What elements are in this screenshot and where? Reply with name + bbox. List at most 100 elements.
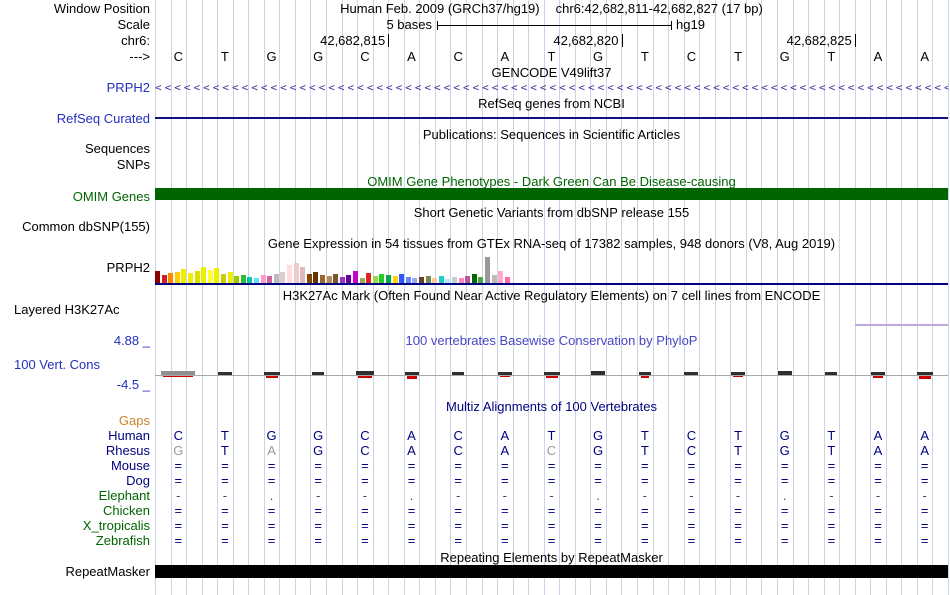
track-label-layered-h3k27ac[interactable]: Layered H3K27Ac xyxy=(14,303,120,317)
gtex-expression-bars[interactable] xyxy=(155,253,517,283)
alignment-cell: G xyxy=(155,444,202,458)
alignment-cell: A xyxy=(482,429,529,443)
track-label-refseq-curated[interactable]: RefSeq Curated xyxy=(0,112,150,126)
alignment-cell: = xyxy=(295,534,342,548)
gtex-bar xyxy=(353,271,358,283)
alignment-cell: = xyxy=(202,459,249,473)
alignment-cell: - xyxy=(202,489,249,503)
base-letter: A xyxy=(901,50,948,64)
gencode-intron-arrows[interactable]: <<<<<<<<<<<<<<<<<<<<<<<<<<<<<<<<<<<<<<<<… xyxy=(155,81,948,94)
alignment-cell: = xyxy=(855,459,902,473)
gtex-bar xyxy=(485,257,490,283)
species-label-mouse[interactable]: Mouse xyxy=(0,459,150,473)
gtex-bar xyxy=(399,274,404,283)
track-label-common-dbsnp[interactable]: Common dbSNP(155) xyxy=(0,220,150,234)
gtex-bar xyxy=(188,273,193,283)
alignment-cell: = xyxy=(575,519,622,533)
species-label-dog[interactable]: Dog xyxy=(0,474,150,488)
base-letter: A xyxy=(482,50,529,64)
alignment-cell: = xyxy=(808,459,855,473)
omim-gene-bar[interactable] xyxy=(155,188,948,200)
alignment-cell: = xyxy=(482,504,529,518)
alignment-cell: = xyxy=(482,519,529,533)
cons-positive-mark xyxy=(778,371,792,375)
alignment-cell: = xyxy=(435,504,482,518)
scale-bar-line xyxy=(438,25,671,26)
species-label-x_tropicalis[interactable]: X_tropicalis xyxy=(0,519,150,533)
cons-positive-mark xyxy=(871,372,885,375)
species-label-human[interactable]: Human xyxy=(0,429,150,443)
alignment-cell: = xyxy=(761,459,808,473)
alignment-cell: = xyxy=(248,534,295,548)
scale-genome: hg19 xyxy=(676,18,705,32)
track-label-prph2-gencode[interactable]: PRPH2 xyxy=(0,81,150,95)
alignment-cell: = xyxy=(248,519,295,533)
ruler-coordinate: 42,682,825 xyxy=(759,34,852,48)
cons-positive-mark xyxy=(917,372,933,375)
alignment-cell: G xyxy=(761,444,808,458)
base-letter: C xyxy=(342,50,389,64)
cons-negative-mark xyxy=(873,376,883,378)
track-label-omim-genes[interactable]: OMIM Genes xyxy=(0,190,150,204)
gencode-track-title: GENCODE V49lift37 xyxy=(155,66,948,80)
base-letter: A xyxy=(388,50,435,64)
track-label-snps[interactable]: SNPs xyxy=(0,158,150,172)
gtex-track-title: Gene Expression in 54 tissues from GTEx … xyxy=(155,237,948,251)
base-letter: G xyxy=(295,50,342,64)
alignment-cell: - xyxy=(668,489,715,503)
alignment-cell: G xyxy=(761,429,808,443)
alignment-cell: = xyxy=(342,474,389,488)
alignment-cell: = xyxy=(202,519,249,533)
alignment-cell: = xyxy=(342,519,389,533)
cons-positive-mark xyxy=(684,372,698,375)
alignment-cell: = xyxy=(155,519,202,533)
species-label-zebrafish[interactable]: Zebrafish xyxy=(0,534,150,548)
base-letter: G xyxy=(248,50,295,64)
alignment-cell: = xyxy=(155,534,202,548)
cons-positive-mark xyxy=(452,372,464,375)
alignment-cell: = xyxy=(715,519,762,533)
track-label-sequences[interactable]: Sequences xyxy=(0,142,150,156)
repeatmasker-bar[interactable] xyxy=(155,565,948,578)
alignment-cell: = xyxy=(342,534,389,548)
alignment-cell: = xyxy=(202,534,249,548)
gtex-bar xyxy=(439,276,444,283)
species-label-chicken[interactable]: Chicken xyxy=(0,504,150,518)
alignment-cell: = xyxy=(855,534,902,548)
alignment-cell: A xyxy=(388,429,435,443)
species-label-rhesus[interactable]: Rhesus xyxy=(0,444,150,458)
alignment-cell: = xyxy=(295,474,342,488)
track-label-100-vert-cons[interactable]: 100 Vert. Cons xyxy=(14,358,100,372)
alignment-cell: = xyxy=(248,459,295,473)
gtex-bar xyxy=(241,275,246,283)
cons-positive-mark xyxy=(825,372,837,375)
alignment-cell: = xyxy=(575,534,622,548)
alignment-cell: = xyxy=(155,459,202,473)
refseq-gene-bar[interactable] xyxy=(155,117,948,119)
gtex-bar xyxy=(195,271,200,283)
gtex-bar xyxy=(294,263,299,283)
species-label-elephant[interactable]: Elephant xyxy=(0,489,150,503)
track-label-prph2-gtex[interactable]: PRPH2 xyxy=(0,261,150,275)
gtex-bar xyxy=(214,268,219,283)
cons-positive-mark xyxy=(161,371,195,375)
alignment-cell: - xyxy=(342,489,389,503)
track-label-repeatmasker[interactable]: RepeatMasker xyxy=(0,565,150,579)
alignment-cell: C xyxy=(342,429,389,443)
alignment-cell: T xyxy=(622,444,669,458)
alignment-cell: T xyxy=(715,429,762,443)
alignment-cell: = xyxy=(528,519,575,533)
alignment-cell: C xyxy=(668,444,715,458)
gtex-bar xyxy=(472,274,477,283)
alignment-cell: = xyxy=(855,519,902,533)
genome-browser: Window Position Human Feb. 2009 (GRCh37/… xyxy=(0,0,950,595)
alignment-cell: = xyxy=(668,504,715,518)
alignment-cell: = xyxy=(575,459,622,473)
strand-direction-label: ---> xyxy=(0,50,150,64)
alignment-cell: = xyxy=(761,519,808,533)
gtex-bar xyxy=(228,272,233,283)
gtex-bar xyxy=(307,274,312,283)
alignment-cell: = xyxy=(622,459,669,473)
alignment-cell: T xyxy=(202,444,249,458)
ruler-tick xyxy=(388,34,389,47)
